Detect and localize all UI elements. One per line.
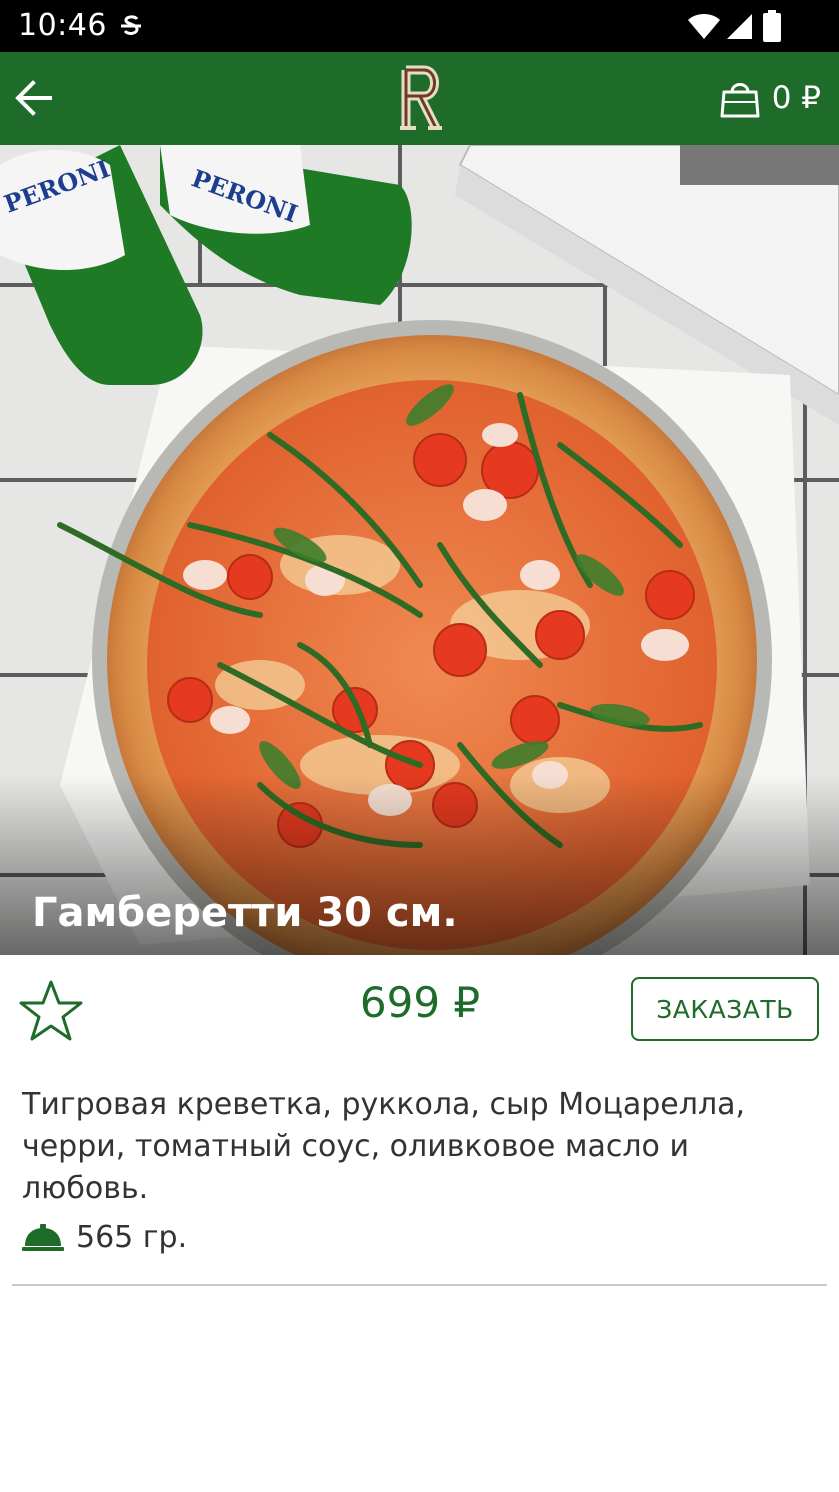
status-time: 10:46 — [18, 8, 107, 43]
sync-status-icon — [121, 15, 141, 35]
app-bar: 0 ₽ — [0, 52, 839, 145]
back-arrow-icon[interactable] — [12, 74, 60, 122]
logo-r-icon — [400, 65, 442, 131]
cart-button[interactable]: 0 ₽ — [720, 74, 821, 122]
battery-icon — [763, 10, 781, 42]
cart-total: 0 ₽ — [771, 80, 821, 116]
product-title: Гамберетти 30 см. — [32, 890, 458, 936]
wifi-icon — [688, 14, 720, 39]
product-weight: 565 гр. — [76, 1219, 188, 1255]
product-image: PERONI PERONI Гамберетти 30 см. — [0, 145, 839, 955]
order-button[interactable]: ЗАКАЗАТЬ — [631, 977, 819, 1041]
star-outline-icon[interactable] — [18, 978, 84, 1044]
status-bar: 10:46 — [0, 0, 839, 52]
product-description: Тигровая креветка, руккола, сыр Моцарелл… — [22, 1087, 746, 1206]
divider — [12, 1284, 827, 1286]
weight-row: 565 гр. — [22, 1214, 187, 1260]
product-price: 699 ₽ — [359, 978, 481, 1027]
cloche-icon — [22, 1224, 64, 1251]
shopping-bag-icon — [720, 83, 760, 118]
signal-icon — [727, 14, 752, 39]
